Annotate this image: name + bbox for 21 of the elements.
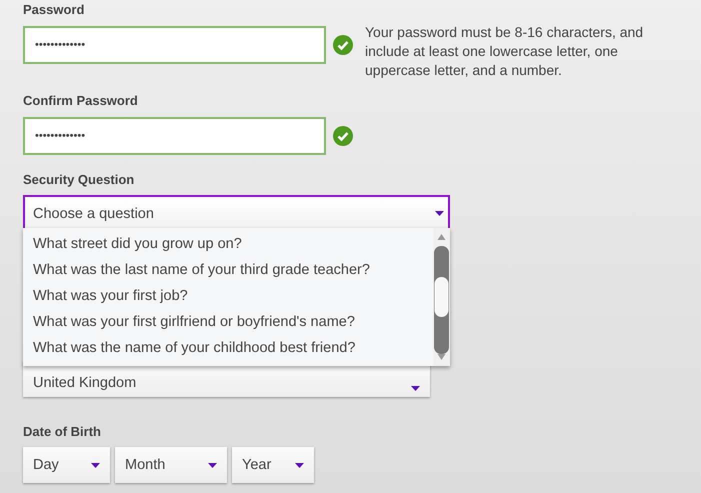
caret-icon [208,462,217,468]
caret-icon [91,462,100,468]
date-select[interactable]: Month [115,447,227,483]
field-label: Date of Birth [23,423,102,440]
caret-icon [435,211,444,216]
password-hint: Your password must be 8-16 characters, and include at least one lowercase letter, one uppercase letter, and a number. [365,23,644,80]
date-select[interactable]: Day [23,447,110,483]
dropdown-option[interactable]: What was the name of your childhood best friend? [23,335,433,361]
dropdown-option[interactable]: What was the last name of your third grade teacher? [23,257,433,283]
password-field[interactable]: ••••••••••••• [23,117,326,155]
field-label: Security Question [23,171,136,188]
caret-icon [295,462,304,468]
scrollbar[interactable] [433,228,450,366]
caret-icon [411,386,420,391]
dropdown-option[interactable]: What was your first job? [23,283,433,309]
field-label: Password [23,1,86,18]
field-label: Confirm Password [23,92,139,109]
date-select[interactable]: Year [232,447,314,483]
dropdown-option[interactable]: What was your first girlfriend or boyfriend's name? [23,309,433,335]
password-field[interactable]: ••••••••••••• [23,26,326,64]
dropdown-option[interactable]: What street did you grow up on? [23,231,433,257]
